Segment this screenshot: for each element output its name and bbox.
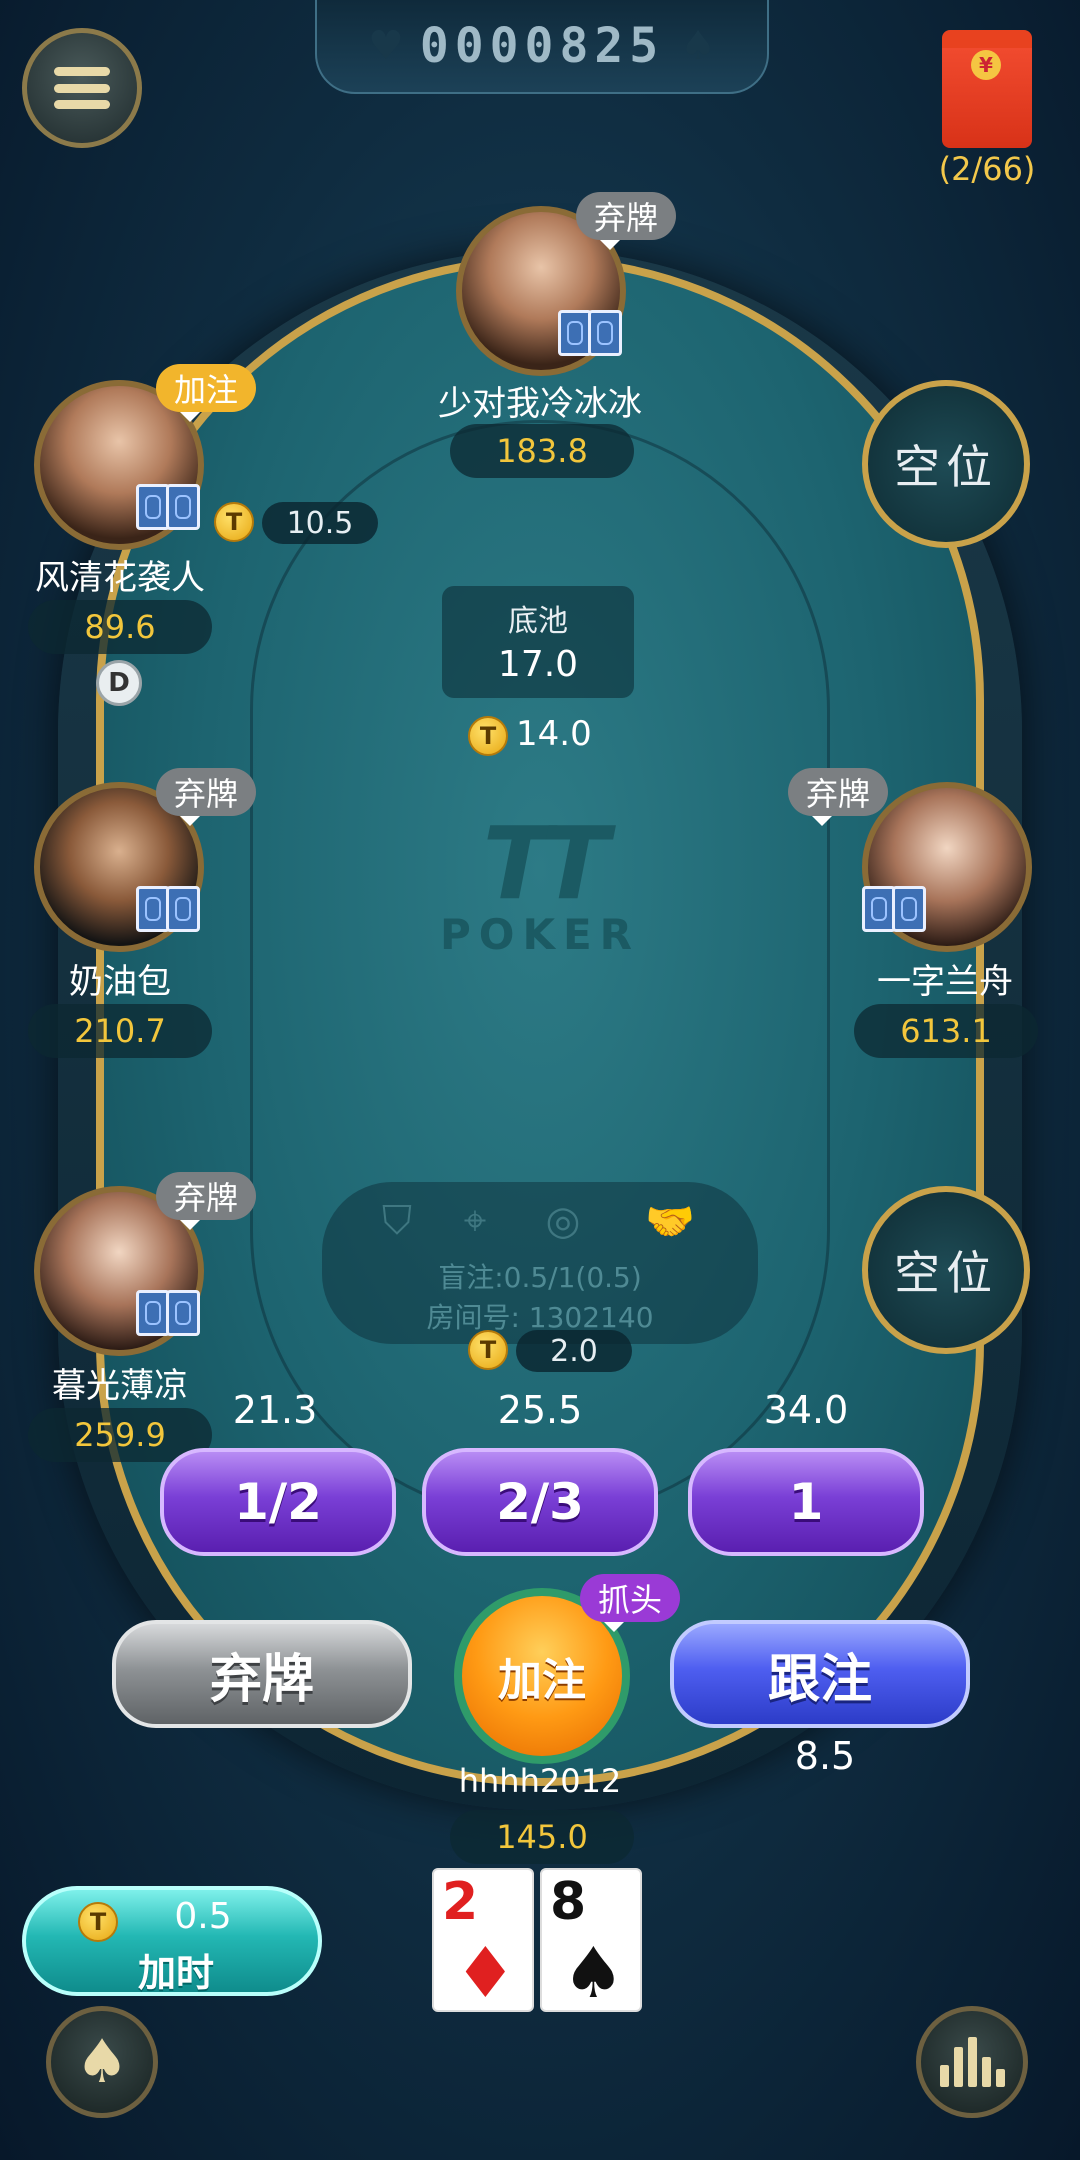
raise-option-amount: 25.5 [497, 1388, 583, 1432]
coin-icon: T [78, 1902, 118, 1942]
status-badge-left3: 弃牌 [156, 1172, 257, 1230]
my-name: hhhh2012 [458, 1762, 622, 1800]
status-badge-right2: 弃牌 [788, 768, 889, 826]
diamond-icon: ♦ [454, 1932, 517, 2014]
shield-icon[interactable]: ⛉ [374, 1198, 420, 1244]
raise-option-amount: 34.0 [763, 1388, 849, 1432]
card-back-icon [136, 1290, 170, 1336]
empty-seat-right1[interactable]: 空位 [862, 380, 1030, 548]
card-back-icon [862, 886, 896, 932]
tt-logo: TT [482, 805, 610, 922]
player-name-top: 少对我冷冰冰 [438, 384, 642, 424]
stats-button[interactable] [916, 2006, 1028, 2118]
red-packet-button[interactable]: ¥ [942, 30, 1032, 148]
card-back-icon [166, 484, 200, 530]
current-bet-amount: 14.0 [516, 714, 592, 754]
raise-full-pot-button[interactable]: 1 [688, 1448, 924, 1556]
card-back-icon [136, 484, 170, 530]
player-chips-left1: 89.6 [28, 600, 212, 654]
player-name-left1: 风清花袭人 [35, 558, 205, 598]
card-back-icon [166, 1290, 200, 1336]
card-rank: 2 [442, 1872, 479, 1932]
player-chips-top: 183.8 [450, 424, 634, 478]
card-back-icon [166, 886, 200, 932]
bet-amount-left1: 10.5 [262, 502, 378, 544]
bar-chart-icon [939, 2037, 1005, 2087]
raise-half-pot-button[interactable]: 1/2 [160, 1448, 396, 1556]
handshake-icon[interactable]: 🤝 [640, 1198, 700, 1245]
my-chips: 145.0 [450, 1810, 634, 1864]
poker-logo-text: POKER [439, 910, 641, 959]
my-bet-amount: 2.0 [516, 1330, 632, 1372]
player-name-left2: 奶油包 [69, 962, 171, 1002]
location-icon[interactable]: ⌖ [452, 1198, 498, 1244]
add-time-label: 加时 [137, 1951, 214, 1995]
dealer-button: D [96, 660, 142, 706]
player-name-right2: 一字兰舟 [877, 962, 1013, 1002]
card-back-icon [892, 886, 926, 932]
call-button[interactable]: 跟注 [670, 1620, 970, 1728]
card-style-button[interactable]: ♠ [46, 2006, 158, 2118]
yuan-icon: ¥ [971, 50, 1001, 80]
fold-button[interactable]: 弃牌 [112, 1620, 412, 1728]
hole-card-1: 2 ♦ [432, 1868, 534, 2014]
red-packet-count: (2/66) [938, 150, 1036, 188]
room-counter: 0000825 [419, 18, 665, 74]
menu-icon [54, 67, 110, 109]
card-rank: 8 [550, 1872, 587, 1932]
pot-label: 底池 [508, 604, 568, 639]
card-back-icon [588, 310, 622, 356]
blinds-info: 盲注:0.5/1(0.5) [438, 1261, 642, 1294]
raise-option-amount: 21.3 [232, 1388, 318, 1432]
coin-icon: T [468, 716, 508, 756]
player-chips-left2: 210.7 [28, 1004, 212, 1058]
room-counter-panel: ♥ 0000825 ♠ [315, 0, 769, 94]
card-back-icon [558, 310, 592, 356]
status-badge-top: 弃牌 [576, 192, 677, 250]
raise-badge: 抓头 [580, 1574, 681, 1632]
call-amount: 8.5 [794, 1734, 856, 1778]
status-badge-left1: 加注 [156, 364, 257, 422]
card-back-icon [136, 886, 170, 932]
player-chips-right2: 613.1 [854, 1004, 1038, 1058]
add-time-button[interactable]: T 0.5 加时 [22, 1886, 322, 1996]
status-badge-left2: 弃牌 [156, 768, 257, 826]
hole-card-2: 8 ♠ [540, 1868, 642, 2014]
pot-value: 17.0 [497, 644, 579, 685]
add-time-cost: 0.5 [174, 1896, 232, 1937]
menu-button[interactable] [22, 28, 142, 148]
spade-icon: ♠ [680, 23, 716, 69]
coin-icon: T [468, 1330, 508, 1370]
coin-icon: T [214, 502, 254, 542]
spade-icon: ♠ [75, 2027, 129, 2097]
empty-seat-right3[interactable]: 空位 [862, 1186, 1030, 1354]
target-icon[interactable]: ◎ [540, 1198, 586, 1244]
raise-two-thirds-pot-button[interactable]: 2/3 [422, 1448, 658, 1556]
heart-icon: ♥ [367, 23, 404, 69]
spade-icon: ♠ [562, 1932, 625, 2014]
